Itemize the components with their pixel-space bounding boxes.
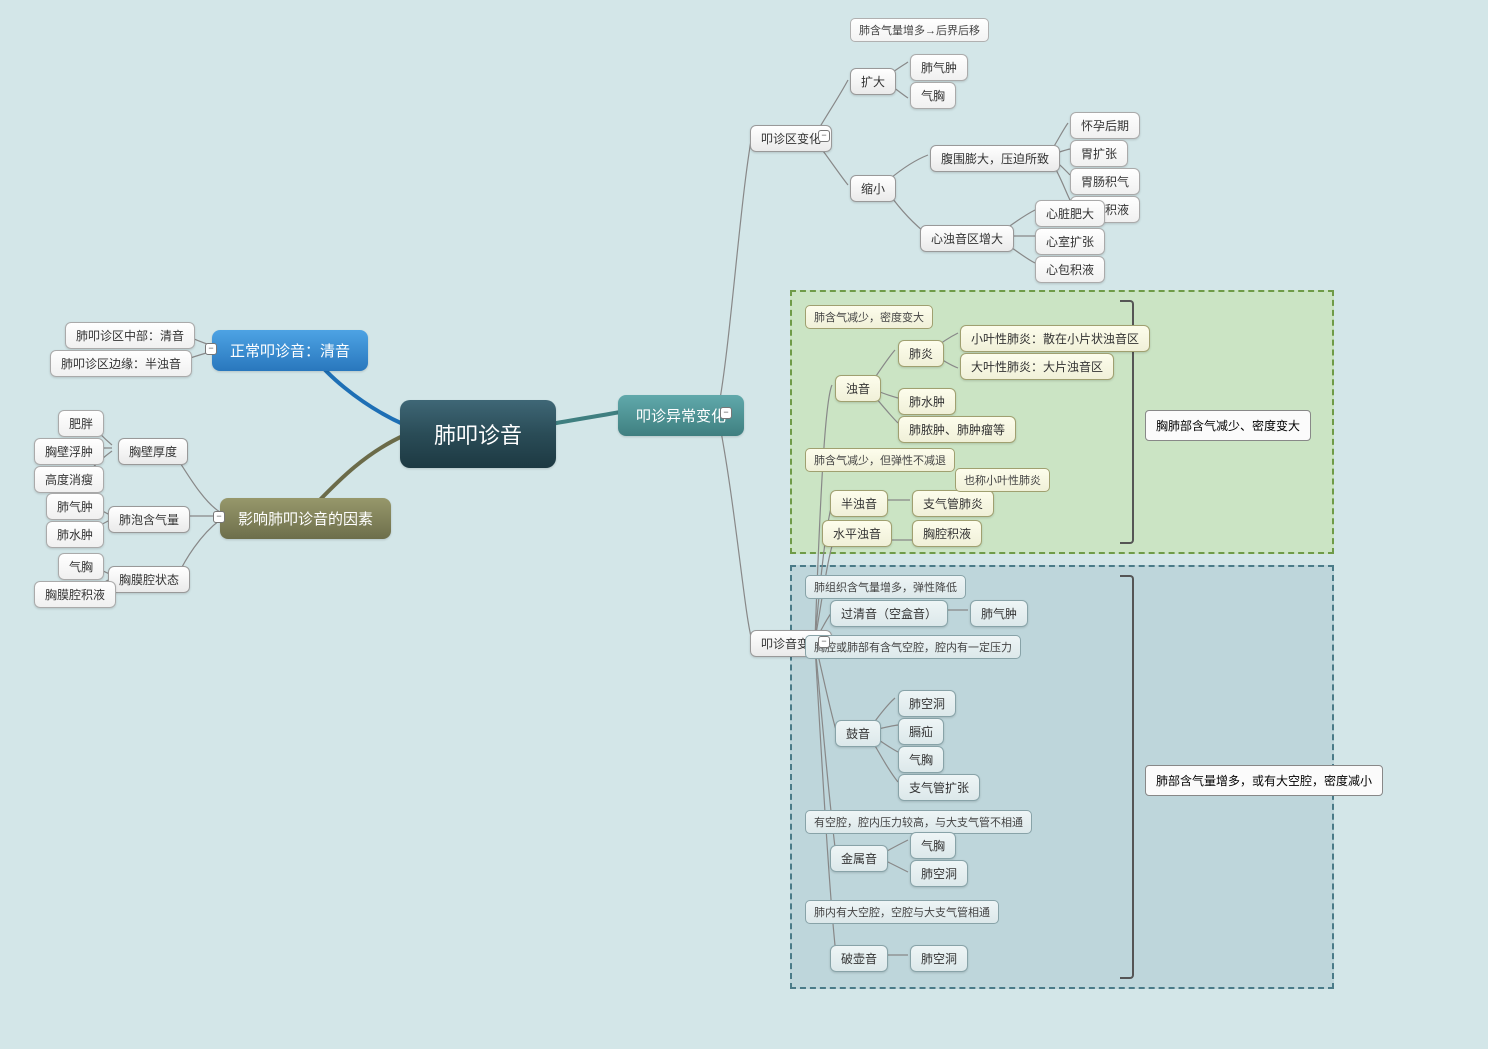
sub-metal[interactable]: 金属音	[830, 845, 888, 872]
desc-metal: 有空腔，腔内压力较高，与大支气管不相通	[805, 810, 1032, 834]
desc-half: 肺含气减少，但弹性不减退	[805, 448, 955, 472]
caption-sparse: 肺部含气量增多，或有大空腔，密度减小	[1145, 765, 1383, 796]
sub-small-g1[interactable]: 腹围膨大，压迫所致	[930, 145, 1060, 172]
leaf-g1-0[interactable]: 肥胖	[58, 410, 104, 437]
leaf-big-1[interactable]: 气胸	[910, 82, 956, 109]
sub-small-g2[interactable]: 心浊音区增大	[920, 225, 1014, 252]
desc-dull: 肺含气减少，密度变大	[805, 305, 933, 329]
sub-small[interactable]: 缩小	[850, 175, 896, 202]
desc-big: 肺含气量增多→后界后移	[850, 18, 989, 42]
leaf-small-g2-2[interactable]: 心包积液	[1035, 256, 1105, 283]
sub-dull[interactable]: 浊音	[835, 375, 881, 402]
root-node[interactable]: 肺叩诊音	[400, 400, 556, 468]
toggle-icon[interactable]: −	[720, 407, 732, 419]
desc-pot: 肺内有大空腔，空腔与大支气管相通	[805, 900, 999, 924]
sub-factors-g2[interactable]: 肺泡含气量	[108, 506, 190, 533]
leaf-pneumonia-1[interactable]: 大叶性肺炎：大片浊音区	[960, 353, 1114, 380]
main-normal[interactable]: 正常叩诊音：清音	[212, 330, 368, 371]
bracket-sparse	[1120, 575, 1134, 979]
sub-factors-g1[interactable]: 胸壁厚度	[118, 438, 188, 465]
leaf-small-g2-0[interactable]: 心脏肥大	[1035, 200, 1105, 227]
leaf-tymp-0[interactable]: 肺空洞	[898, 690, 956, 717]
toggle-icon[interactable]: −	[818, 636, 830, 648]
main-factors[interactable]: 影响肺叩诊音的因素	[220, 498, 391, 539]
leaf-small-g1-2[interactable]: 胃肠积气	[1070, 168, 1140, 195]
leaf-small-g1-0[interactable]: 怀孕后期	[1070, 112, 1140, 139]
leaf-tymp-2[interactable]: 气胸	[898, 746, 944, 773]
leaf-dull-c3[interactable]: 肺脓肿、肺肿瘤等	[898, 416, 1016, 443]
desc-hyper: 肺组织含气量增多，弹性降低	[805, 575, 966, 599]
toggle-icon[interactable]: −	[213, 511, 225, 523]
sub-big[interactable]: 扩大	[850, 68, 896, 95]
leaf-g1-1[interactable]: 胸壁浮肿	[34, 438, 104, 465]
leaf-g2-1[interactable]: 肺水肿	[46, 521, 104, 548]
leaf-normal-0[interactable]: 肺叩诊区中部：清音	[65, 322, 195, 349]
sub-pneumonia[interactable]: 肺炎	[898, 340, 944, 367]
leaf-hyper-c[interactable]: 肺气肿	[970, 600, 1028, 627]
desc-tymp: 胸腔或肺部有含气空腔，腔内有一定压力	[805, 635, 1021, 659]
leaf-g3-0[interactable]: 气胸	[58, 553, 104, 580]
sub-hyper[interactable]: 过清音（空盒音）	[830, 600, 948, 627]
toggle-icon[interactable]: −	[818, 130, 830, 142]
sub-half[interactable]: 半浊音	[830, 490, 888, 517]
caption-dense: 胸肺部含气减少、密度变大	[1145, 410, 1311, 441]
leaf-g2-0[interactable]: 肺气肿	[46, 493, 104, 520]
sub-factors-g3[interactable]: 胸膜腔状态	[108, 566, 190, 593]
leaf-metal-1[interactable]: 肺空洞	[910, 860, 968, 887]
sub-flat[interactable]: 水平浊音	[822, 520, 892, 547]
leaf-small-g1-1[interactable]: 胃扩张	[1070, 140, 1128, 167]
leaf-dull-c2[interactable]: 肺水肿	[898, 388, 956, 415]
sub-pot[interactable]: 破壶音	[830, 945, 888, 972]
leaf-pneumonia-0[interactable]: 小叶性肺炎：散在小片状浊音区	[960, 325, 1150, 352]
sub-tymp[interactable]: 鼓音	[835, 720, 881, 747]
leaf-normal-1[interactable]: 肺叩诊区边缘：半浊音	[50, 350, 192, 377]
leaf-g1-2[interactable]: 高度消瘦	[34, 466, 104, 493]
leaf-flat-c[interactable]: 胸腔积液	[912, 520, 982, 547]
leaf-pot-c[interactable]: 肺空洞	[910, 945, 968, 972]
toggle-icon[interactable]: −	[205, 343, 217, 355]
leaf-tymp-1[interactable]: 膈疝	[898, 718, 944, 745]
leaf-metal-0[interactable]: 气胸	[910, 832, 956, 859]
leaf-big-0[interactable]: 肺气肿	[910, 54, 968, 81]
leaf-g3-1[interactable]: 胸膜腔积液	[34, 581, 116, 608]
desc-half-note: 也称小叶性肺炎	[955, 468, 1050, 492]
leaf-small-g2-1[interactable]: 心室扩张	[1035, 228, 1105, 255]
leaf-half-c[interactable]: 支气管肺炎	[912, 490, 994, 517]
leaf-tymp-3[interactable]: 支气管扩张	[898, 774, 980, 801]
